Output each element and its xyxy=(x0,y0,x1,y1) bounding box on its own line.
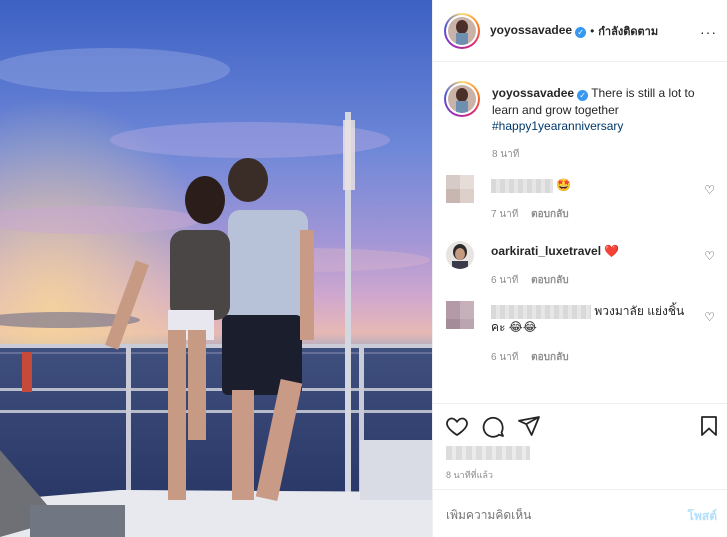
comment-input[interactable] xyxy=(446,508,646,522)
separator: • xyxy=(590,23,595,38)
share-icon[interactable] xyxy=(517,414,541,438)
caption-hashtag[interactable]: #happy1yearanniversary xyxy=(492,119,623,133)
following-button[interactable]: กำลังติดตาม xyxy=(598,22,658,40)
comment-time[interactable]: 7 นาที xyxy=(491,209,518,220)
comment-time[interactable]: 6 นาที xyxy=(491,352,518,363)
author-username-header[interactable]: yoyossavadee ✓ xyxy=(490,23,587,38)
commenter-avatar[interactable] xyxy=(446,175,474,203)
comment-time[interactable]: 6 นาที xyxy=(491,275,518,286)
reply-button[interactable]: ตอบกลับ xyxy=(531,209,568,220)
post-timestamp[interactable]: 8 นาทีที่แล้ว xyxy=(446,468,493,482)
author-avatar[interactable] xyxy=(444,12,480,49)
commenter-username[interactable]: oarkirati_luxetravel xyxy=(491,244,601,258)
verified-badge-icon: ✓ xyxy=(575,27,587,38)
caption-username[interactable]: yoyossavadee xyxy=(492,86,574,100)
comment-icon[interactable] xyxy=(481,414,505,438)
more-options-icon[interactable]: ··· xyxy=(700,24,717,40)
reply-button[interactable]: ตอบกลับ xyxy=(531,275,568,286)
caption-time[interactable]: 8 นาที xyxy=(492,147,519,162)
commenter-avatar[interactable] xyxy=(446,301,474,329)
bookmark-icon[interactable] xyxy=(697,414,721,438)
like-comment-icon[interactable]: ♡ xyxy=(704,249,715,263)
verified-badge-icon: ✓ xyxy=(577,90,589,101)
redacted-username xyxy=(491,304,591,319)
like-comment-icon[interactable]: ♡ xyxy=(704,310,715,324)
heart-icon[interactable] xyxy=(445,414,469,438)
comments-list[interactable]: yoyossavadee ✓ There is still a lot to le… xyxy=(433,63,727,403)
post-photo[interactable] xyxy=(0,0,432,537)
add-comment-bar: โพสต์ xyxy=(433,489,727,537)
post-comment-button[interactable]: โพสต์ xyxy=(688,507,717,526)
like-comment-icon[interactable]: ♡ xyxy=(704,183,715,197)
comment-text: 🤩 xyxy=(556,178,572,192)
post-actions: 8 นาทีที่แล้ว xyxy=(433,403,727,489)
redacted-likes xyxy=(446,446,530,460)
caption-author-avatar[interactable] xyxy=(444,81,480,117)
redacted-username xyxy=(491,178,553,193)
post-details-panel: yoyossavadee ✓ • กำลังติดตาม ··· yoyossav… xyxy=(432,0,727,537)
reply-button[interactable]: ตอบกลับ xyxy=(531,352,568,363)
post-header: yoyossavadee ✓ • กำลังติดตาม ··· xyxy=(433,0,727,62)
commenter-avatar[interactable] xyxy=(446,241,474,269)
comment-text: ❤️ xyxy=(604,244,620,258)
